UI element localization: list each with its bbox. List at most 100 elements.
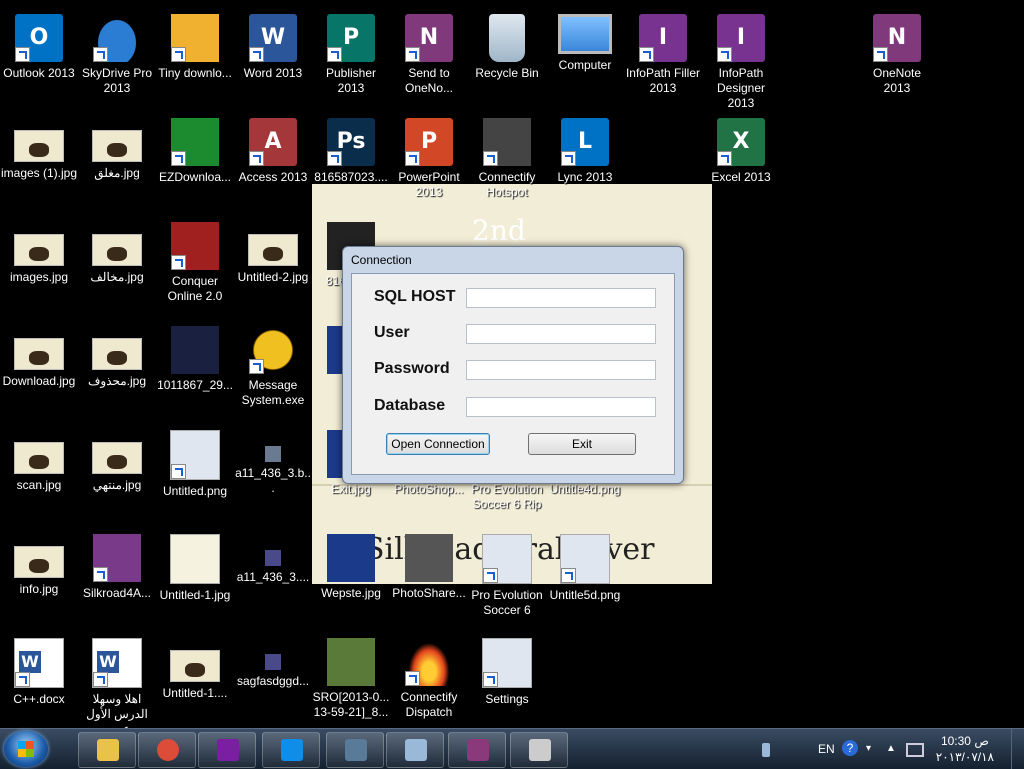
wifi-icon [483, 118, 531, 166]
desktop-icon[interactable]: W C++.docx [0, 632, 78, 728]
thumb-icon [14, 546, 64, 578]
desktop-icon[interactable]: Wاهلا وسهلا الدرس الأول عن سي ... [78, 632, 156, 736]
desktop-icon[interactable]: sagfasdggd... [234, 632, 312, 728]
desktop-icon[interactable]: N Send to OneNo... [390, 8, 468, 104]
shortcut-arrow-icon [93, 567, 108, 582]
desktop-icon[interactable]: P Publisher 2013 [312, 8, 390, 104]
shortcut-arrow-icon [249, 359, 264, 374]
user-label: User [374, 324, 410, 341]
show-hidden-icons-icon[interactable]: ▲ [886, 729, 896, 769]
desktop-icon[interactable]: Connectify Dispatch [390, 632, 468, 728]
desktop-icon[interactable]: Pro Evolution Soccer 6 [468, 528, 546, 624]
desktop-icon[interactable]: Download.jpg [0, 320, 78, 416]
usb-icon[interactable] [760, 729, 772, 769]
desktop-icon[interactable]: images.jpg [0, 216, 78, 312]
desktop-icon[interactable]: مخالف.jpg [78, 216, 156, 312]
taskbar-winrar-button[interactable] [448, 732, 506, 768]
desktop-icon[interactable]: W Word 2013 [234, 8, 312, 104]
desktop-icon[interactable]: Message System.exe [234, 320, 312, 416]
desktop-icon[interactable]: X Excel 2013 [702, 112, 780, 208]
desktop-icon[interactable]: Silkroad4A... [78, 528, 156, 624]
desktop-icon[interactable]: Wepste.jpg [312, 528, 390, 624]
clock-time: 10:30 ص [940, 734, 989, 748]
taskbar-document-button[interactable] [510, 732, 568, 768]
desktop-icon-label: a11_436_3.... [236, 570, 310, 584]
password-input[interactable] [466, 360, 656, 380]
desktop-icon-label: Connectify Hotspot [478, 170, 536, 199]
desktop-icon[interactable]: Conquer Online 2.0 [156, 216, 234, 312]
desktop-icon[interactable]: a11_436_3.b... [234, 424, 312, 520]
shortcut-arrow-icon [327, 47, 342, 62]
desktop-icon[interactable]: محذوف.jpg [78, 320, 156, 416]
desktop-icon[interactable]: Computer [546, 8, 624, 104]
desktop-icon[interactable]: EZDownloa... [156, 112, 234, 208]
desktop-icon-label: Exit.jpg [331, 482, 371, 496]
desktop-icon[interactable]: N OneNote 2013 [858, 8, 936, 104]
desktop-icon[interactable]: images (1).jpg [0, 112, 78, 208]
desktop-icon-label: Untitled-1.jpg [159, 588, 231, 602]
database-input[interactable] [466, 397, 656, 417]
desktop-icon[interactable]: مغلق.jpg [78, 112, 156, 208]
desktop-icon[interactable]: SRO[2013-0... 13-59-21]_8... [312, 632, 390, 728]
desktop-icon[interactable]: Untitled-2.jpg [234, 216, 312, 312]
desktop-icon-label: 1011867_29... [157, 378, 233, 392]
thumb-icon [14, 338, 64, 370]
shortcut-arrow-icon [93, 47, 108, 62]
thumb-icon [92, 442, 142, 474]
shortcut-arrow-icon [171, 151, 186, 166]
sql-host-input[interactable] [466, 288, 656, 308]
desktop-icon[interactable]: Recycle Bin [468, 8, 546, 104]
desktop-icon[interactable]: Untitle5d.png [546, 528, 624, 624]
shortcut-arrow-icon [171, 47, 186, 62]
desktop-icon[interactable]: Untitled-1.... [156, 632, 234, 728]
thumb-icon [14, 130, 64, 162]
desktop-icon[interactable]: I InfoPath Filler 2013 [624, 8, 702, 104]
user-input[interactable] [466, 324, 656, 344]
desktop-icon[interactable]: O Outlook 2013 [0, 8, 78, 104]
settings-gear-icon [345, 739, 367, 761]
I-icon: I [639, 14, 687, 62]
desktop-icon[interactable]: L Lync 2013 [546, 112, 624, 208]
desktop-icon[interactable]: 1011867_29... [156, 320, 234, 416]
desktop-icon[interactable]: منتهي.jpg [78, 424, 156, 520]
language-options-icon[interactable]: ▾ [866, 729, 871, 769]
notepad-icon [405, 739, 427, 761]
help-icon[interactable]: ? [842, 729, 858, 769]
desktop-icon[interactable]: I InfoPath Designer 2013 [702, 8, 780, 110]
desktop-icon[interactable]: Ps 816587023.... [312, 112, 390, 208]
exit-button[interactable]: Exit [528, 433, 636, 455]
taskbar-chrome-button[interactable] [138, 732, 196, 768]
desktop-icon[interactable]: SkyDrive Pro 2013 [78, 8, 156, 104]
desktop-icon[interactable]: a11_436_3.... [234, 528, 312, 624]
taskbar-teamviewer-button[interactable] [262, 732, 320, 768]
desktop-icon[interactable]: Untitled.png [156, 424, 234, 520]
desktop-icon[interactable]: Untitled-1.jpg [156, 528, 234, 624]
small-icon [265, 446, 281, 462]
desktop-icon[interactable]: Settings [468, 632, 546, 728]
network-icon[interactable] [906, 729, 924, 769]
taskbar-settings-gear-button[interactable] [326, 732, 384, 768]
desktop-icon[interactable]: scan.jpg [0, 424, 78, 520]
desktop-icon[interactable]: Connectify Hotspot [468, 112, 546, 208]
desktop-icon[interactable]: info.jpg [0, 528, 78, 624]
language-indicator[interactable]: EN [818, 729, 835, 769]
taskbar-yahoo-messenger-button[interactable] [198, 732, 256, 768]
desktop-icon[interactable]: PhotoShare... [390, 528, 468, 624]
wallpaper-ribbon-text: 2nd [472, 214, 526, 247]
taskbar-notepad-button[interactable] [386, 732, 444, 768]
thumb-icon [14, 234, 64, 266]
A-icon: A [249, 118, 297, 166]
start-button[interactable] [4, 731, 48, 767]
desktop-icon[interactable]: P PowerPoint 2013 [390, 112, 468, 208]
desktop-icon-label: Untitle4d.png [549, 482, 621, 496]
taskbar-explorer-button[interactable] [78, 732, 136, 768]
desktop-icon[interactable]: A Access 2013 [234, 112, 312, 208]
show-desktop-button[interactable] [1011, 729, 1024, 769]
desktop-icon-label: Publisher 2013 [325, 66, 377, 95]
system-clock[interactable]: 10:30 ص ٢٠١٣/٠٧/١٨ [936, 733, 994, 765]
desktop-icon[interactable]: Tiny downlo... [156, 8, 234, 104]
desktop-icon-label: InfoPath Designer 2013 [716, 66, 766, 110]
desktop-icon-label: Computer [558, 58, 612, 72]
desktop-icon-label: Pro Evolution Soccer 6 [471, 588, 543, 617]
open-connection-button[interactable]: Open Connection [386, 433, 490, 455]
